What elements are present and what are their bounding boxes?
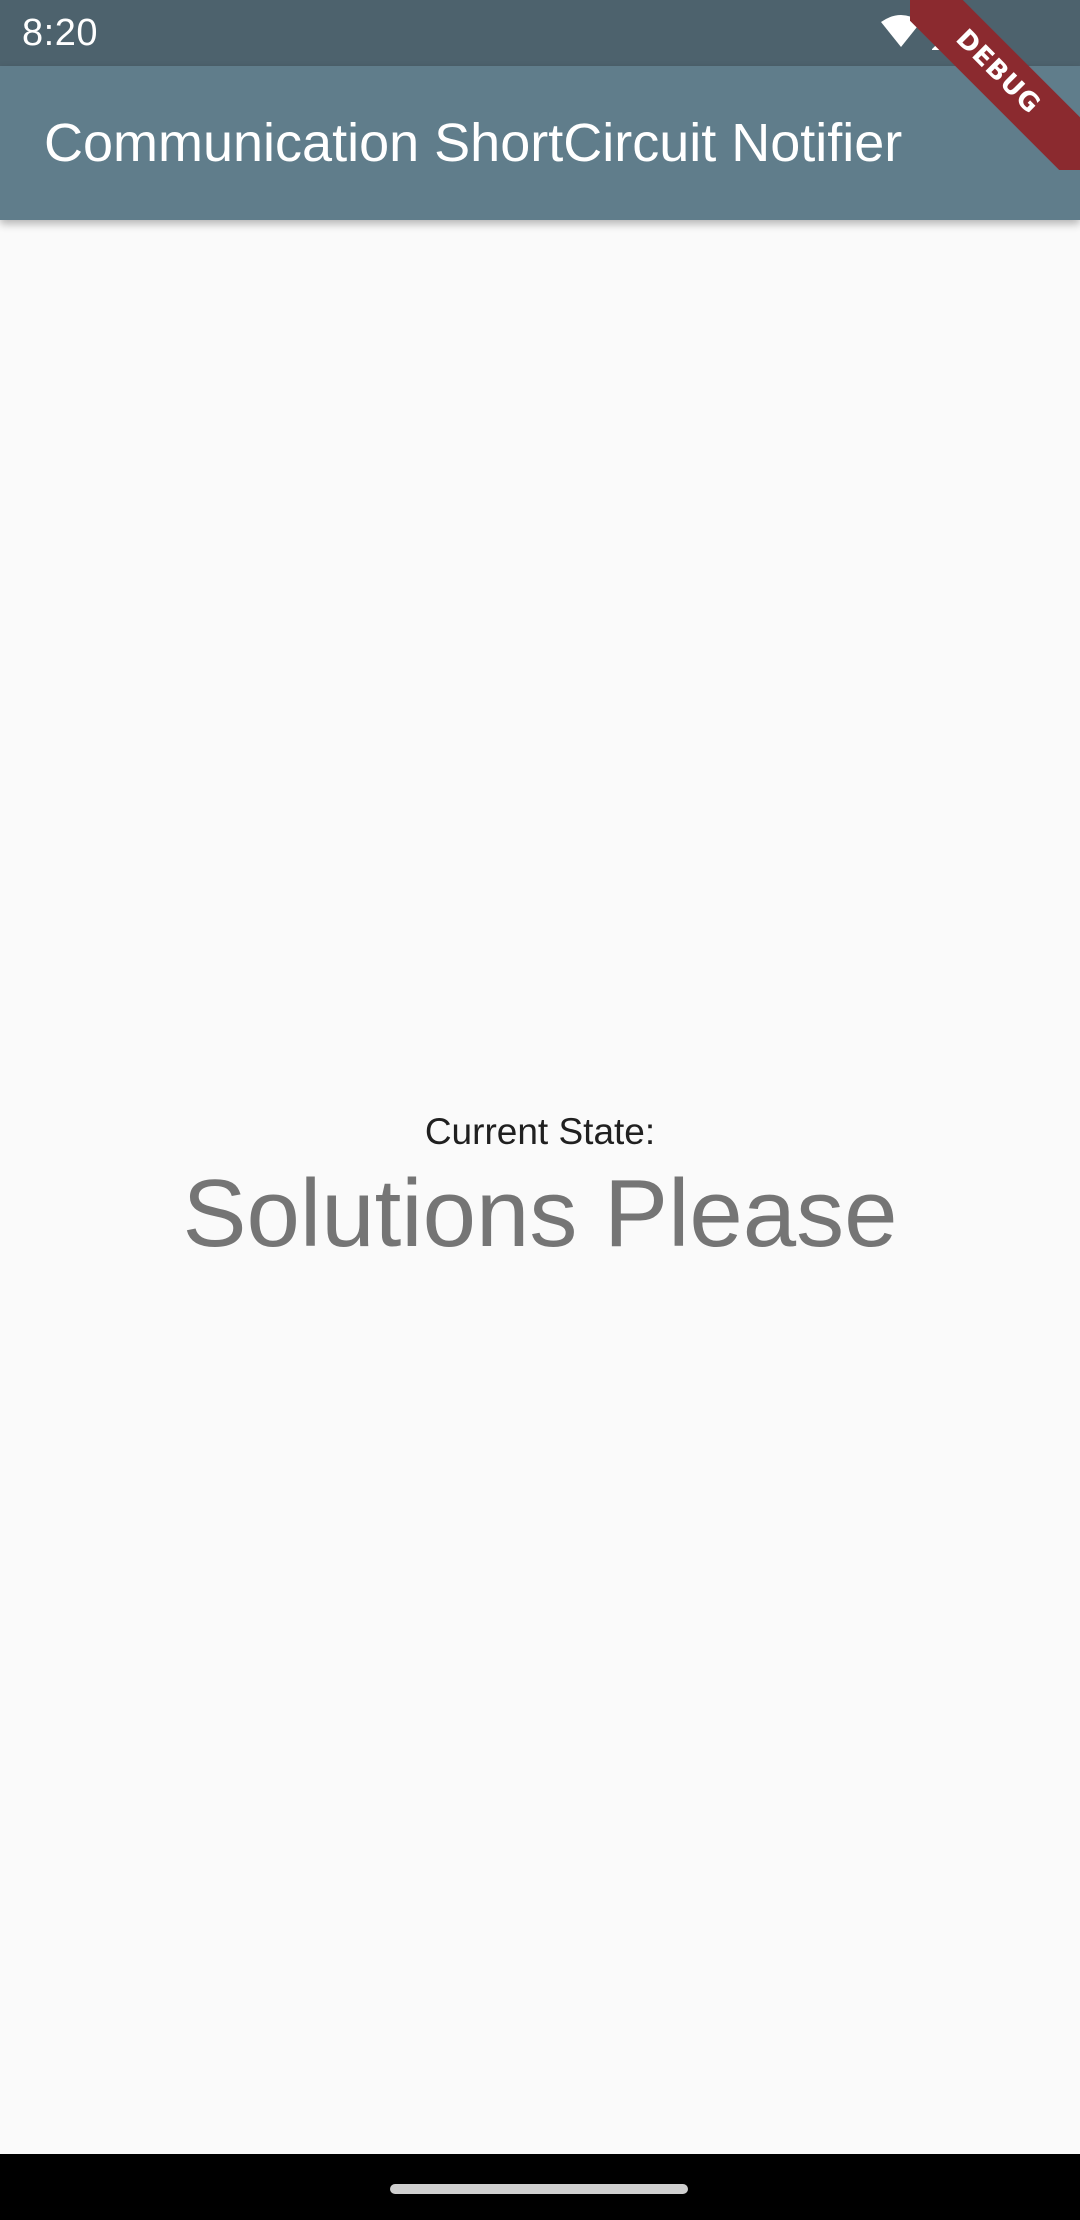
app-title: Communication ShortCircuit Notifier [44, 113, 903, 173]
current-state-value: Solutions Please [182, 1160, 898, 1267]
system-navigation-bar [0, 2154, 1080, 2220]
debug-banner: DEBUG [910, 0, 1080, 170]
home-indicator[interactable] [390, 2184, 688, 2194]
main-content: Current State: Solutions Please [0, 220, 1080, 2154]
status-time: 8:20 [22, 12, 98, 54]
current-state-label: Current State: [424, 1111, 656, 1152]
debug-banner-label: DEBUG [910, 0, 1080, 170]
